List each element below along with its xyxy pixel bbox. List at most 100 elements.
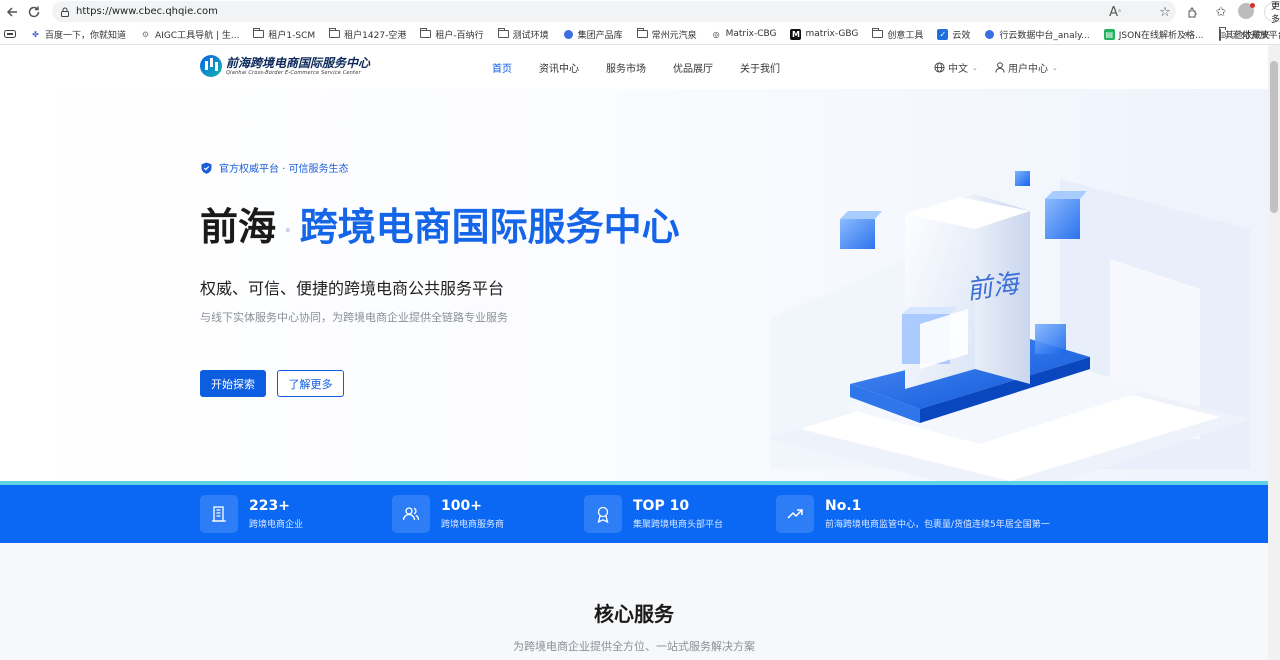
nav-news[interactable]: 资讯中心 <box>539 60 579 75</box>
nav-about[interactable]: 关于我们 <box>740 60 780 75</box>
award-icon <box>584 495 622 533</box>
chevron-down-icon: ⌄ <box>1052 63 1058 72</box>
page-scrollbar[interactable] <box>1268 45 1280 660</box>
bookmark-item[interactable]: ▤ JSON在线解析及格... <box>1103 28 1204 41</box>
hero-title-separator: · <box>284 217 292 242</box>
stat-label: 跨境电商服务商 <box>441 520 505 530</box>
chevron-down-icon: ⌄ <box>972 63 978 72</box>
hero-title-dark: 前海 <box>200 205 277 249</box>
folder-icon <box>420 28 432 40</box>
bookmark-item[interactable]: 租户1427-空港 <box>329 28 406 41</box>
paw-icon: ✤ <box>32 29 39 39</box>
bookmark-item[interactable]: 行云数据中台_analy... <box>984 28 1090 41</box>
bookmark-item[interactable]: 创意工具 <box>872 28 923 41</box>
logo-title: 前海跨境电商国际服务中心 <box>226 55 371 70</box>
logo-mark-icon <box>200 55 222 77</box>
badge-text: 官方权威平台 · 可信服务生态 <box>219 164 349 175</box>
site-icon <box>563 29 574 40</box>
bookmark-item[interactable]: ✤ 百度一下，你就知道 <box>30 28 126 41</box>
stat-item: 223+ 跨境电商企业 <box>200 495 303 533</box>
bookmark-item[interactable]: ⚙ AIGC工具导航 | 生... <box>140 28 240 41</box>
user-center-label: 用户中心 <box>1008 64 1048 75</box>
back-icon[interactable] <box>2 2 22 22</box>
site-icon <box>984 29 995 40</box>
stat-value: TOP 10 <box>633 498 690 514</box>
nav-home[interactable]: 首页 <box>492 60 512 75</box>
stat-value: 223+ <box>249 498 290 514</box>
notification-dot <box>1250 3 1255 8</box>
reload-icon[interactable] <box>24 2 44 22</box>
folder-icon <box>253 28 265 40</box>
start-explore-button[interactable]: 开始探索 <box>200 370 266 397</box>
other-bookmarks-label: 其他收藏夹 <box>1224 31 1270 41</box>
language-label: 中文 <box>948 64 968 75</box>
bookmark-item[interactable]: ◎ Matrix-CBG <box>711 29 777 40</box>
section-title: 核心服务 <box>594 602 674 626</box>
nav-market[interactable]: 服务市场 <box>606 60 646 75</box>
check-icon: ✓ <box>937 28 949 40</box>
hero-subtitle: 权威、可信、便捷的跨境电商公共服务平台 <box>200 279 505 298</box>
hero-description: 与线下实体服务中心协同，为跨境电商企业提供全链路专业服务 <box>200 311 508 324</box>
stat-item: No.1 前海跨境电商监管中心，包裹量/货值连续5年居全国第一 <box>776 495 1050 533</box>
bookmark-item[interactable]: 常州元汽泉 <box>636 28 697 41</box>
language-selector[interactable]: 中文 ⌄ <box>934 60 978 75</box>
bookmark-item[interactable]: 集团产品库 <box>563 28 623 41</box>
core-services-section: 核心服务 为跨境电商企业提供全方位、一站式服务解决方案 <box>0 543 1268 660</box>
trend-up-icon <box>776 495 814 533</box>
logo-subtitle: Qianhai Cross-Border E-Commerce Service … <box>226 69 361 76</box>
m-icon: M <box>790 28 802 40</box>
site-logo[interactable]: 前海跨境电商国际服务中心 Qianhai Cross-Border E-Comm… <box>200 55 370 77</box>
bookmarks-bar: ✤ 百度一下，你就知道 ⚙ AIGC工具导航 | 生... 租户1-SCM 租户14… <box>0 24 1280 45</box>
hero-illustration: 前海 <box>770 171 1250 481</box>
bookmark-item[interactable]: Mmatrix-GBG <box>790 28 858 40</box>
folder-icon <box>872 28 884 40</box>
learn-more-button[interactable]: 了解更多 <box>277 370 344 397</box>
hero-title-blue: 跨境电商国际服务中心 <box>299 205 680 249</box>
favorite-star-icon[interactable]: ☆ <box>1156 3 1174 21</box>
tab-actions-icon[interactable] <box>4 30 16 38</box>
nav-showroom[interactable]: 优品展厅 <box>673 60 713 75</box>
folder-icon <box>497 28 509 40</box>
section-subtitle: 为跨境电商企业提供全方位、一站式服务解决方案 <box>513 640 755 653</box>
lock-icon <box>61 7 69 17</box>
json-icon: ▤ <box>1103 28 1115 40</box>
bookmark-item[interactable]: 租户-百纳行 <box>420 28 484 41</box>
user-icon <box>995 62 1005 73</box>
extensions-icon[interactable] <box>1184 3 1202 21</box>
users-icon <box>392 495 430 533</box>
browser-toolbar: https://www.cbec.qhqie.com Aᵃ ☆ ✩ 更多 <box>0 0 1280 25</box>
trust-badge: 官方权威平台 · 可信服务生态 <box>201 160 349 175</box>
main-nav: 首页 资讯中心 服务市场 优品展厅 关于我们 <box>492 60 807 75</box>
read-aloud-icon[interactable]: Aᵃ <box>1106 3 1124 21</box>
hero-title: 前海 · 跨境电商国际服务中心 <box>200 196 680 251</box>
more-button[interactable]: 更多 <box>1264 2 1280 25</box>
other-bookmarks[interactable]: 其他收藏夹 <box>1218 28 1270 41</box>
bookmark-item[interactable]: 测试环境 <box>497 28 549 41</box>
stat-label: 跨境电商企业 <box>249 520 304 530</box>
globe-icon: ◎ <box>712 29 720 39</box>
globe-icon <box>934 62 945 73</box>
folder-icon <box>329 28 341 40</box>
stat-item: TOP 10 集聚跨境电商头部平台 <box>584 495 723 533</box>
chevron-right-icon[interactable]: › <box>1184 27 1188 40</box>
gear-icon: ⚙ <box>141 29 150 39</box>
user-center-menu[interactable]: 用户中心 ⌄ <box>995 60 1058 75</box>
stats-band: 223+ 跨境电商企业 100+ 跨境电商服务商 TOP 10 集聚跨境电商头部平台 … <box>0 481 1268 543</box>
bookmark-item[interactable]: 租户1-SCM <box>253 28 315 41</box>
stat-label: 集聚跨境电商头部平台 <box>633 520 724 530</box>
favorites-icon[interactable]: ✩ <box>1212 3 1230 21</box>
stat-value: No.1 <box>825 498 862 514</box>
stat-label: 前海跨境电商监管中心，包裹量/货值连续5年居全国第一 <box>825 520 1050 530</box>
bookmark-item[interactable]: ✓ 云效 <box>937 28 970 41</box>
url-text: https://www.cbec.qhqie.com <box>76 6 218 17</box>
building-icon <box>200 495 238 533</box>
folder-icon <box>636 28 648 40</box>
scrollbar-thumb[interactable] <box>1270 61 1278 213</box>
shield-check-icon <box>201 162 212 174</box>
address-bar[interactable]: https://www.cbec.qhqie.com <box>52 1 1176 22</box>
site-header: 前海跨境电商国际服务中心 Qianhai Cross-Border E-Comm… <box>0 45 1268 89</box>
folder-icon <box>1218 28 1221 41</box>
stat-item: 100+ 跨境电商服务商 <box>392 495 504 533</box>
stat-value: 100+ <box>441 498 482 514</box>
hero-section: 官方权威平台 · 可信服务生态 前海 · 跨境电商国际服务中心 权威、可信、便捷的跨… <box>0 89 1268 481</box>
